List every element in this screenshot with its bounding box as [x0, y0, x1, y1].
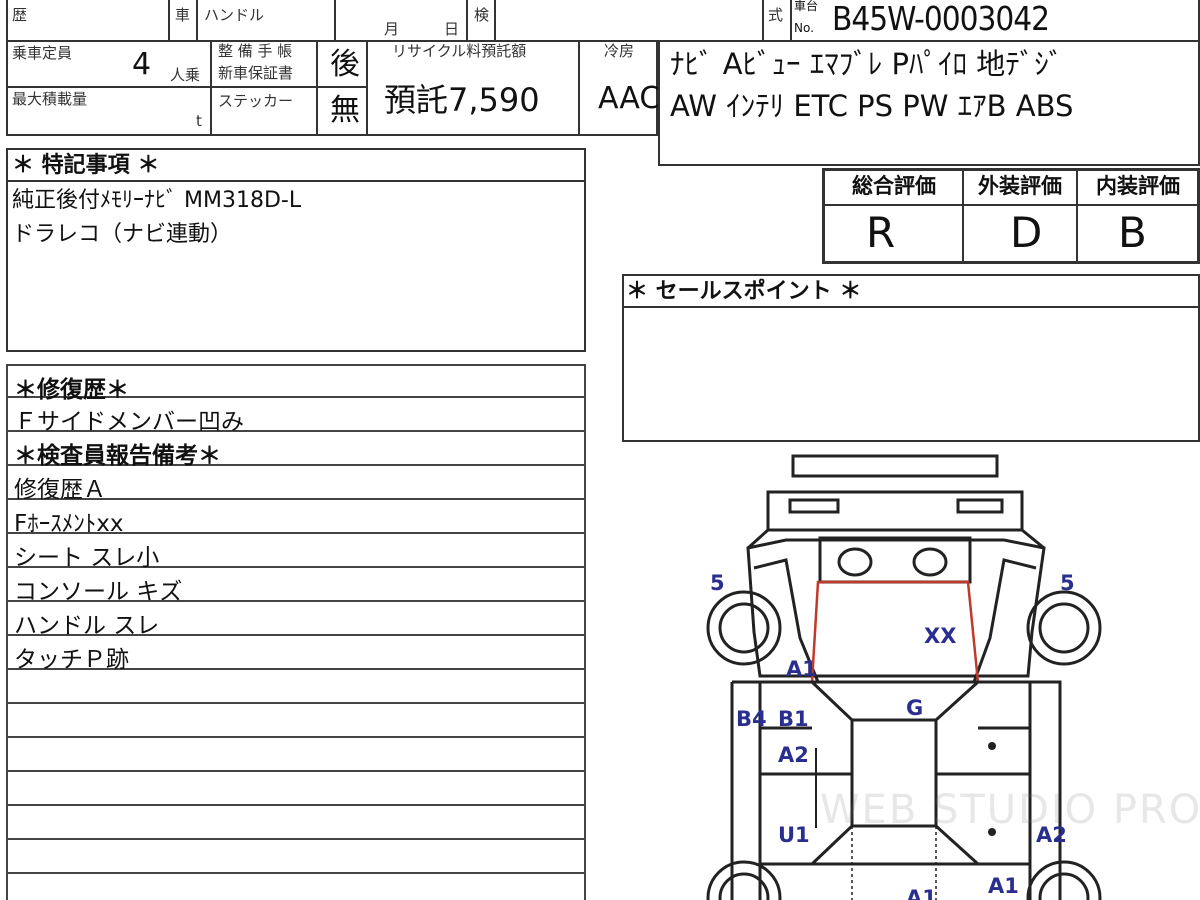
- list-item: ＊検査員報告備考＊: [6, 432, 586, 469]
- cooler-value: AAC: [598, 81, 661, 116]
- capacity-value: 4: [132, 47, 152, 82]
- overall-rating-value: R: [866, 208, 896, 257]
- overall-rating-label: 総合評価: [852, 174, 936, 198]
- damage-mark: A1: [906, 886, 937, 900]
- history-label: 歴: [12, 6, 28, 24]
- exterior-rating-label: 外装評価: [978, 174, 1062, 198]
- day-label: 日: [444, 20, 460, 38]
- list-item: シート スレ小: [6, 534, 586, 571]
- damage-mark: A1: [786, 657, 817, 681]
- damage-mark: 5: [1060, 571, 1075, 595]
- list-item: ハンドル スレ: [6, 602, 586, 639]
- chassis-label-top: 車台: [794, 0, 819, 13]
- equipment-line-2: AW ｲﾝﾃﾘ ETC PS PW ｴｱB ABS: [670, 89, 1074, 123]
- car-label: 車: [175, 6, 191, 24]
- interior-rating-label: 内装評価: [1096, 174, 1180, 198]
- list-item: [6, 840, 586, 874]
- max-load-label: 最大積載量: [12, 90, 88, 108]
- equipment-line-1: ﾅﾋﾞ Aﾋﾞｭｰ ｴﾏﾌﾞﾚ Pﾊﾟｲﾛ 地ﾃﾞｼﾞ: [670, 47, 1064, 81]
- list-item: [6, 704, 586, 738]
- capacity-label: 乗車定員: [12, 44, 73, 62]
- repair-title-row: ＊修復歴＊: [6, 364, 586, 403]
- special-notes-title: ＊ 特記事項 ＊: [12, 153, 160, 178]
- damage-mark: A2: [778, 743, 809, 767]
- front-bumper: [791, 454, 999, 478]
- list-item: [6, 874, 586, 900]
- list-item: 修復歴Ａ: [6, 466, 586, 503]
- list-item: [6, 806, 586, 840]
- list-item: コンソール キズ: [6, 568, 586, 605]
- inspection-label: 検: [474, 6, 490, 24]
- recycle-value: 預託7,590: [384, 81, 540, 119]
- engine-bay: [818, 536, 972, 584]
- damage-mark: B1: [778, 707, 809, 731]
- list-item: [6, 738, 586, 772]
- maintenance-book-value: 後: [330, 47, 360, 82]
- chassis-label-no: No.: [794, 21, 814, 35]
- sticker-label: ステッカー: [218, 92, 294, 110]
- warranty-label: 新車保証書: [218, 64, 294, 82]
- sticker-value: 無: [330, 93, 360, 128]
- recycle-label: リサイクル料預託額: [392, 42, 527, 60]
- month-label: 月: [384, 20, 400, 38]
- special-notes-line-1: 純正後付ﾒﾓﾘｰﾅﾋﾞ MM318D-L: [12, 188, 302, 213]
- special-notes-line-2: ドラレコ（ナビ連動）: [12, 222, 233, 247]
- damage-mark: B4: [736, 707, 767, 731]
- list-item: Ｆサイドメンバー凹み: [6, 398, 586, 435]
- damage-mark: A1: [988, 874, 1019, 898]
- maintenance-book-label: 整 備 手 帳: [218, 42, 293, 60]
- watermark: WEB STUDIO PRO: [820, 787, 1200, 833]
- exterior-rating-value: D: [1010, 208, 1043, 257]
- damage-mark: U1: [778, 823, 810, 847]
- special-notes-box: [6, 148, 586, 352]
- chassis-number: B45W-0003042: [832, 0, 1050, 38]
- damage-mark: G: [906, 696, 924, 720]
- list-item: [6, 670, 586, 704]
- front-outline: [766, 490, 1024, 532]
- max-load-unit: t: [196, 112, 202, 130]
- sales-point-title: ＊ セールスポイント ＊: [626, 279, 862, 304]
- damage-mark: XX: [924, 624, 957, 648]
- cooler-label: 冷房: [604, 42, 635, 60]
- list-item: Fﾎｰｽﾒﾝﾄxx: [6, 500, 586, 537]
- model-label: 式: [768, 6, 784, 24]
- capacity-unit: 人乗: [170, 66, 201, 84]
- damage-mark: 5: [710, 571, 725, 595]
- interior-rating-value: B: [1118, 208, 1147, 257]
- list-item: [6, 772, 586, 806]
- list-item: タッチＰ跡: [6, 636, 586, 673]
- handle-label: ハンドル: [204, 6, 265, 24]
